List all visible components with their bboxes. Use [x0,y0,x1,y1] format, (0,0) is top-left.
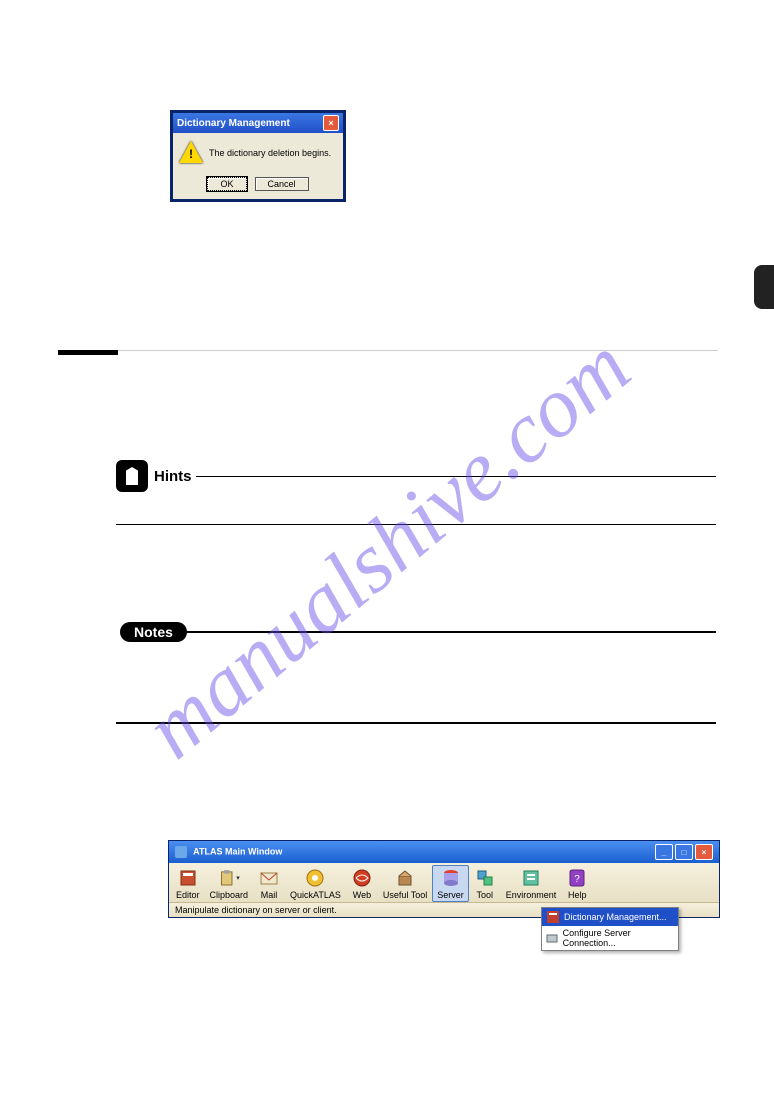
web-button[interactable]: Web [346,865,378,902]
toolbar: Editor ▾ Clipboard Mail QuickATLAS Web U… [169,863,719,902]
hints-heading: Hints [116,460,716,492]
environment-icon [520,867,542,889]
toolbar-label: Server [437,890,464,900]
close-icon[interactable]: × [323,115,339,131]
tool-icon [474,867,496,889]
dictionary-icon [546,910,560,924]
quickatlas-button[interactable]: QuickATLAS [285,865,346,902]
dialog-title: Dictionary Management [177,118,290,129]
help-button[interactable]: ? Help [561,865,593,902]
maximize-icon[interactable]: □ [675,844,693,860]
divider-line [116,524,716,525]
useful-tool-button[interactable]: Useful Tool [378,865,432,902]
atlas-main-window: ATLAS Main Window _ □ × Editor ▾ Clipboa… [168,840,720,918]
clipboard-icon: ▾ [218,867,240,889]
environment-button[interactable]: Environment [501,865,562,902]
notes-label: Notes [120,622,187,642]
menu-item-label: Dictionary Management... [564,912,667,922]
window-title: ATLAS Main Window [175,846,282,858]
toolbar-label: Mail [261,890,278,900]
toolbar-label: Environment [506,890,557,900]
dictionary-management-dialog: Dictionary Management × ! The dictionary… [170,110,346,202]
useful-tool-icon [394,867,416,889]
help-icon: ? [566,867,588,889]
server-icon [440,867,462,889]
mail-button[interactable]: Mail [253,865,285,902]
tool-button[interactable]: Tool [469,865,501,902]
web-icon [351,867,373,889]
toolbar-label: Clipboard [210,890,249,900]
clipboard-button[interactable]: ▾ Clipboard [205,865,254,902]
minimize-icon[interactable]: _ [655,844,673,860]
section-divider [58,350,718,355]
dialog-titlebar: Dictionary Management × [173,113,343,133]
ok-button[interactable]: OK [207,177,246,191]
hints-icon [116,460,148,492]
dialog-message: The dictionary deletion begins. [209,148,331,158]
editor-icon [177,867,199,889]
window-titlebar: ATLAS Main Window _ □ × [169,841,719,863]
notes-heading: Notes [120,622,716,642]
warning-icon: ! [179,141,203,165]
menu-item-label: Configure Server Connection... [563,928,674,948]
mail-icon [258,867,280,889]
toolbar-label: Useful Tool [383,890,427,900]
toolbar-label: Editor [176,890,200,900]
watermark: manualshive.com [125,316,649,778]
cancel-button[interactable]: Cancel [255,177,309,191]
side-tab [754,265,774,309]
toolbar-label: Help [568,890,587,900]
svg-text:?: ? [575,874,581,885]
toolbar-label: QuickATLAS [290,890,341,900]
editor-button[interactable]: Editor [171,865,205,902]
server-menu: Dictionary Management... Configure Serve… [541,907,679,951]
close-icon[interactable]: × [695,844,713,860]
divider-line [116,722,716,724]
quickatlas-icon [304,867,326,889]
toolbar-label: Web [353,890,371,900]
hints-label: Hints [154,468,192,485]
server-button[interactable]: Server [432,865,469,902]
menu-dictionary-management[interactable]: Dictionary Management... [542,908,678,926]
toolbar-label: Tool [477,890,494,900]
menu-configure-server[interactable]: Configure Server Connection... [542,926,678,950]
configure-icon [546,931,559,945]
